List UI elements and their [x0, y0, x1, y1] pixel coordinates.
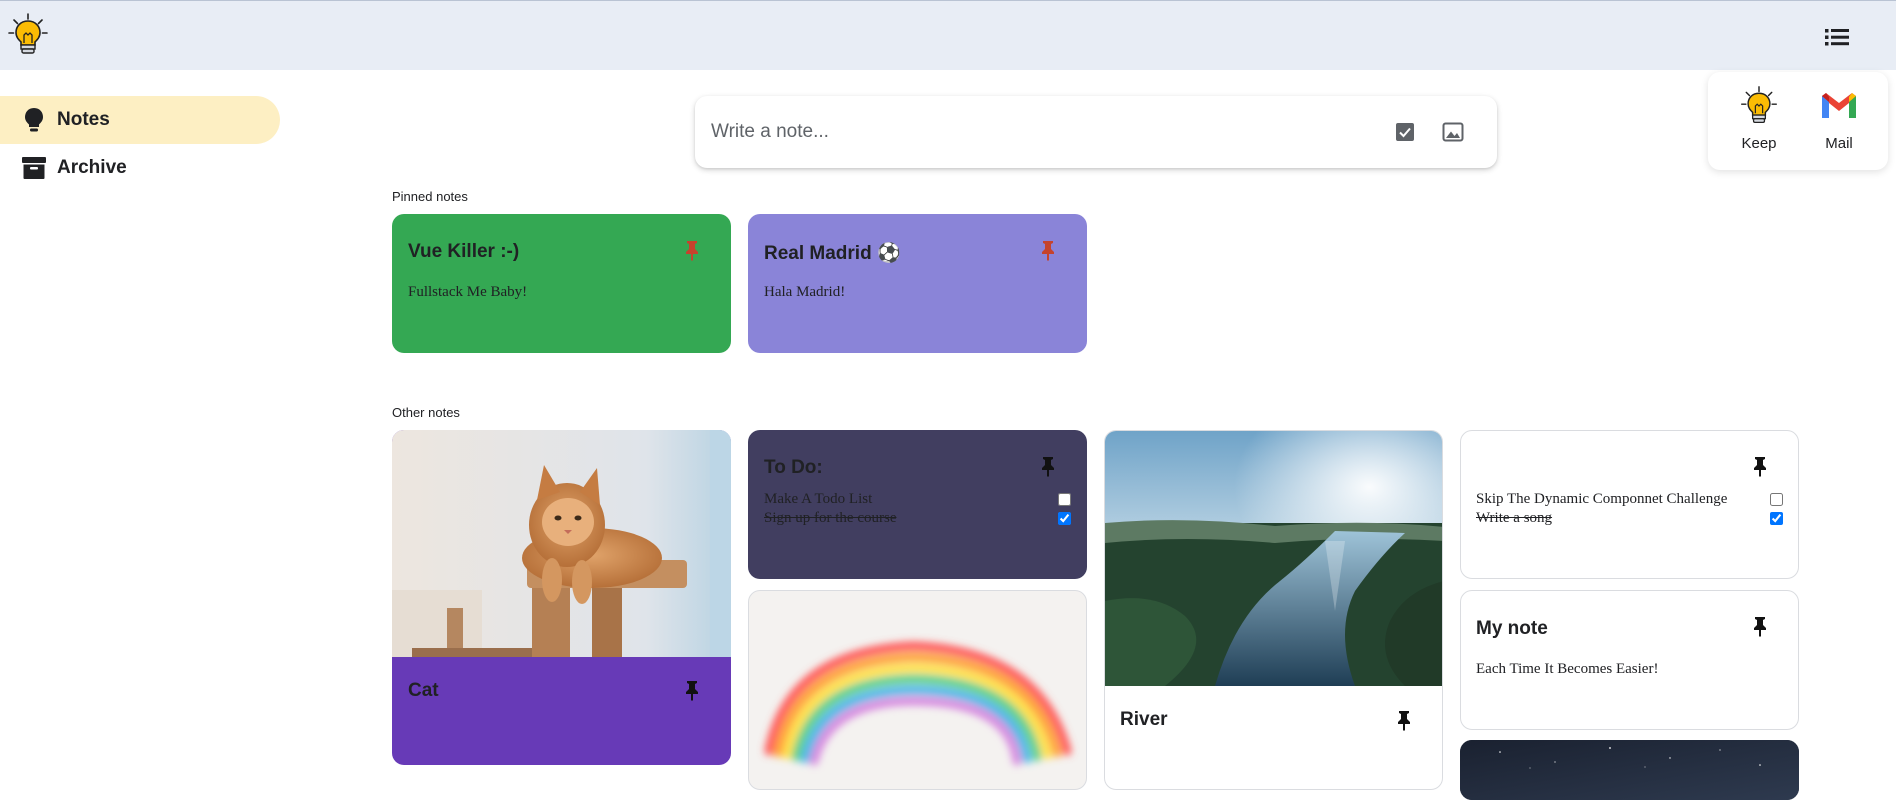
list-icon[interactable]: [1822, 24, 1852, 50]
pin-icon[interactable]: [1750, 455, 1770, 477]
checkbox-icon[interactable]: [1393, 120, 1417, 144]
note-card-river[interactable]: River: [1104, 430, 1443, 790]
cat-photo: [392, 430, 731, 657]
archive-icon: [20, 154, 48, 182]
lightbulb-icon[interactable]: [8, 13, 48, 57]
note-title: Cat: [408, 680, 439, 701]
sidebar-item-label: Archive: [57, 157, 127, 178]
note-card-my-note[interactable]: My note Each Time It Becomes Easier!: [1460, 590, 1799, 730]
todo-text: Skip The Dynamic Componnet Challenge: [1476, 491, 1728, 507]
todo-checkbox[interactable]: [1770, 512, 1783, 525]
pinned-section-label: Pinned notes: [392, 189, 468, 204]
sidebar-item-notes[interactable]: Notes: [0, 96, 280, 144]
note-text: Each Time It Becomes Easier!: [1476, 661, 1659, 677]
todo-checkbox[interactable]: [1770, 493, 1783, 506]
note-composer: [695, 96, 1497, 168]
lightbulb-icon: [20, 106, 48, 134]
pin-icon[interactable]: [1750, 615, 1770, 637]
note-card-night-sky[interactable]: [1460, 740, 1799, 800]
gmail-icon: [1822, 93, 1856, 118]
pin-icon[interactable]: [682, 679, 702, 701]
app-label: Mail: [1825, 135, 1853, 152]
todo-text: Sign up for the course: [764, 510, 897, 526]
night-sky-photo: [1460, 740, 1799, 800]
todo-checkbox[interactable]: [1058, 512, 1071, 525]
apps-menu: Keep Mail: [1708, 72, 1888, 170]
sidebar-item-archive[interactable]: Archive: [0, 144, 280, 192]
other-section-label: Other notes: [392, 405, 460, 420]
todo-item: Make A Todo List: [764, 491, 1071, 509]
note-card-todo[interactable]: To Do: Make A Todo List Sign up for the …: [748, 430, 1087, 579]
note-title: Vue Killer :-): [408, 241, 520, 262]
todo-text: Make A Todo List: [764, 491, 873, 507]
pin-icon[interactable]: [1038, 455, 1058, 477]
image-icon[interactable]: [1441, 120, 1465, 144]
note-title: To Do:: [764, 457, 823, 478]
todo-text: Write a song: [1476, 510, 1553, 526]
keep-lightbulb-icon: [1741, 86, 1777, 123]
note-text: Fullstack Me Baby!: [408, 284, 528, 300]
note-title: Real Madrid ⚽: [764, 243, 901, 264]
pin-icon[interactable]: [682, 239, 702, 261]
rainbow-image: [764, 641, 1072, 766]
sidebar-item-label: Notes: [57, 109, 110, 130]
app-keep[interactable]: Keep: [1724, 86, 1794, 152]
pin-icon[interactable]: [1038, 239, 1058, 261]
todo-item: Write a song: [1476, 510, 1783, 528]
sidebar: Notes Archive: [0, 96, 280, 192]
top-bar: [0, 0, 1896, 70]
river-photo: [1105, 431, 1442, 686]
note-text: Hala Madrid!: [764, 284, 846, 300]
note-card[interactable]: Real Madrid ⚽ Hala Madrid!: [748, 214, 1087, 353]
pin-icon[interactable]: [1394, 709, 1414, 731]
todo-item: Sign up for the course: [764, 510, 1071, 528]
note-title: My note: [1476, 618, 1548, 639]
note-card[interactable]: Vue Killer :-) Fullstack Me Baby!: [392, 214, 731, 353]
todo-item: Skip The Dynamic Componnet Challenge: [1476, 491, 1783, 509]
app-mail[interactable]: Mail: [1804, 86, 1874, 152]
note-card-cat[interactable]: Cat: [392, 430, 731, 765]
todo-checkbox[interactable]: [1058, 493, 1071, 506]
note-title: River: [1120, 709, 1168, 730]
note-card-rainbow[interactable]: [748, 590, 1087, 790]
note-input[interactable]: [711, 114, 1351, 150]
app-label: Keep: [1741, 135, 1777, 152]
note-card-checklist[interactable]: Skip The Dynamic Componnet Challenge Wri…: [1460, 430, 1799, 579]
